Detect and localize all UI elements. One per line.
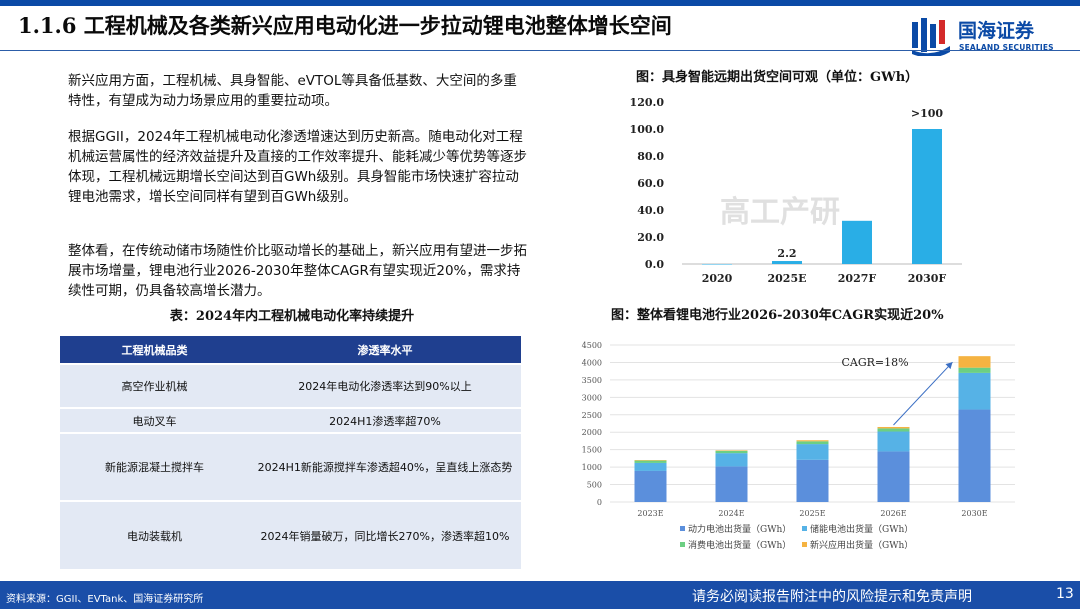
bar-segment	[877, 426, 910, 429]
paragraph-overall: 整体看，在传统动储市场随性价比驱动增长的基础上，新兴应用有望进一步拓展市场增量，…	[68, 243, 527, 299]
x-tick-label: 2025E	[799, 509, 825, 518]
table-header-category: 工程机械品类	[60, 336, 249, 364]
footer-bar: 资料来源：GGII、EVTank、国海证券研究所 请务必阅读报告附注中的风险提示…	[0, 581, 1080, 609]
legend-label: 储能电池出货量（GWh）	[810, 523, 913, 535]
x-tick-label: 2020	[702, 272, 733, 285]
data-label: 2.2	[777, 247, 796, 260]
table-cell-category: 新能源混凝土搅拌车	[60, 432, 249, 501]
table-cell-value: 2024年电动化渗透率达到90%以上	[249, 363, 521, 408]
table-row: 电动叉车 2024H1渗透率超70%	[60, 407, 521, 433]
legend-swatch	[802, 526, 807, 531]
y-tick-label: 4500	[582, 341, 602, 350]
bar-segment	[796, 441, 829, 445]
header-divider	[0, 50, 1080, 51]
bar-segment	[877, 428, 910, 432]
table-cell-category: 电动装载机	[60, 500, 249, 569]
y-tick-label: 120.0	[630, 96, 665, 109]
bar-segment	[715, 466, 748, 502]
bar-segment	[634, 460, 667, 463]
table-cell-value: 2024H1新能源搅拌车渗透超40%，呈直线上涨态势	[249, 432, 521, 501]
table-cell-category: 高空作业机械	[60, 363, 249, 408]
bar-segment	[796, 459, 829, 502]
legend-swatch	[802, 542, 807, 547]
cagr-arrow-line	[893, 361, 953, 426]
legend-label: 消费电池出货量（GWh）	[688, 539, 791, 551]
embodied-ai-chart: 0.0 20.0 40.0 60.0 80.0 100.0 120.0 高工产研 2020 202…	[630, 96, 962, 285]
y-tick-label: 2000	[582, 428, 602, 437]
x-tick-label: 2030F	[908, 272, 947, 285]
x-tick-label: 2025E	[768, 272, 807, 285]
bar-segment	[715, 450, 748, 454]
bar	[912, 129, 942, 264]
penetration-table: 工程机械品类 渗透率水平 高空作业机械 2024年电动化渗透率达到90%以上 电…	[60, 336, 521, 569]
y-tick-label: 2500	[582, 411, 602, 420]
bar-segment	[877, 431, 910, 452]
y-tick-label: 60.0	[637, 177, 664, 190]
table-row: 电动装载机 2024年销量破万，同比增长270%，渗透率超10%	[60, 500, 521, 569]
watermark-text: 高工产研	[720, 195, 840, 230]
y-tick-label: 20.0	[637, 231, 664, 244]
legend-label: 动力电池出货量（GWh）	[688, 523, 791, 535]
y-tick-label: 1000	[582, 463, 602, 472]
y-tick-label: 40.0	[637, 204, 664, 217]
table-header-row: 工程机械品类 渗透率水平	[60, 336, 521, 364]
bar	[702, 264, 732, 265]
legend-swatch	[680, 542, 685, 547]
paragraph-emerging-apps: 新兴应用方面，工程机械、具身智能、eVTOL等具备低基数、大空间的多重特性，有望…	[68, 73, 517, 109]
bar-segment	[634, 470, 667, 502]
y-tick-label: 0	[597, 498, 602, 507]
legend-label: 新兴应用出货量（GWh）	[810, 539, 913, 551]
footer-disclaimer: 请务必阅读报告附注中的风险提示和免责声明	[692, 589, 972, 605]
y-tick-label: 0.0	[645, 258, 664, 271]
y-tick-label: 100.0	[630, 123, 665, 136]
bar-segment	[958, 409, 991, 502]
table-caption: 表：2024年内工程机械电动化率持续提升	[169, 309, 415, 324]
table-row: 高空作业机械 2024年电动化渗透率达到90%以上	[60, 363, 521, 408]
bar-segment	[796, 444, 829, 460]
table-cell-category: 电动叉车	[60, 407, 249, 433]
bar-segment	[877, 451, 910, 502]
bar-segment	[796, 440, 829, 442]
data-label: >100	[911, 107, 944, 120]
x-tick-label: 2026E	[880, 509, 906, 518]
logo-text-cn: 国海证券	[958, 20, 1035, 42]
bar-segment	[958, 372, 991, 410]
top-accent-bar	[0, 0, 1080, 6]
bar	[772, 261, 802, 264]
x-tick-label: 2030E	[961, 509, 987, 518]
bar-segment	[715, 450, 748, 451]
bar-segment	[634, 460, 667, 461]
table-cell-value: 2024年销量破万，同比增长270%，渗透率超10%	[249, 500, 521, 569]
y-tick-label: 500	[587, 481, 602, 490]
footer-source: 资料来源：GGII、EVTank、国海证券研究所	[6, 594, 204, 605]
bar-segment	[715, 453, 748, 467]
bar-segment	[958, 367, 991, 373]
x-tick-label: 2024E	[718, 509, 744, 518]
chart1-caption: 图：具身智能远期出货空间可观（单位：GWh）	[636, 70, 919, 85]
legend-swatch	[680, 526, 685, 531]
page-number: 13	[1056, 586, 1074, 602]
y-tick-label: 4000	[582, 358, 602, 367]
bar-segment	[634, 462, 667, 471]
chart2-caption: 图：整体看锂电池行业2026-2030年CAGR实现近20%	[611, 308, 944, 323]
y-tick-label: 3000	[582, 393, 602, 402]
y-tick-label: 3500	[582, 376, 602, 385]
y-tick-label: 80.0	[637, 150, 664, 163]
bar	[842, 220, 872, 264]
table-header-penetration: 渗透率水平	[249, 336, 521, 364]
table-cell-value: 2024H1渗透率超70%	[249, 407, 521, 433]
y-tick-label: 1500	[582, 446, 602, 455]
battery-shipment-chart: 0 500 1000 1500 2000 2500 3000 3500 4000 4500 2023…	[582, 341, 1015, 551]
bar-segment	[958, 356, 991, 368]
x-tick-label: 2027F	[838, 272, 877, 285]
x-tick-label: 2023E	[637, 509, 663, 518]
table-row: 新能源混凝土搅拌车 2024H1新能源搅拌车渗透超40%，呈直线上涨态势	[60, 432, 521, 501]
page-title: 1.1.6 工程机械及各类新兴应用电动化进一步拉动锂电池整体增长空间	[18, 13, 672, 38]
paragraph-ggii: 根据GGII，2024年工程机械电动化渗透增速达到历史新高。随电动化对工程机械运…	[68, 129, 527, 205]
cagr-annotation: CAGR=18%	[842, 356, 909, 369]
